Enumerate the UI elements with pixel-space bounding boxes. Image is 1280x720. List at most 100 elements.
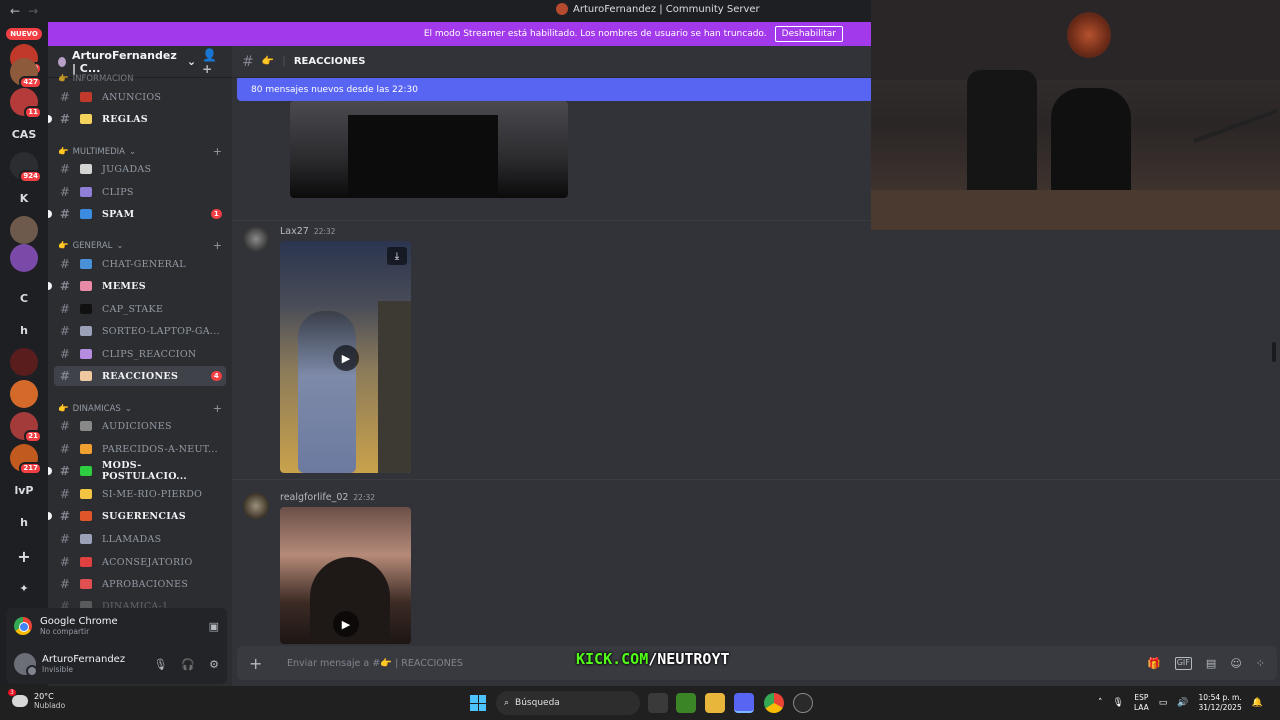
channel-llamadas[interactable]: # LLAMADAS bbox=[54, 529, 226, 549]
tray-chevron-icon[interactable]: ˄ bbox=[1098, 698, 1103, 708]
channel-spam[interactable]: # SPAM 1 bbox=[48, 204, 226, 224]
task-view-icon[interactable] bbox=[648, 693, 668, 713]
channel-si-me-rio-pierdo[interactable]: # SI-ME-RIO-PIERDO bbox=[54, 484, 226, 504]
category-multimedia[interactable]: 👉 MULTIMEDIA ⌄ + bbox=[58, 145, 222, 158]
microphone-icon[interactable]: 🎙 bbox=[153, 658, 167, 671]
windows-start-icon[interactable] bbox=[470, 695, 486, 711]
server-icon-server-5[interactable]: 924 bbox=[10, 152, 42, 183]
tray-mic-icon[interactable]: 🎙 bbox=[1113, 698, 1124, 708]
channel-aprobaciones[interactable]: # APROBACIONES bbox=[54, 574, 226, 594]
network-icon[interactable]: ▭ bbox=[1159, 698, 1168, 708]
channel-anuncios[interactable]: # ANUNCIOS bbox=[54, 87, 226, 107]
emoji-icon[interactable]: ☺ bbox=[1230, 657, 1241, 670]
webcam-desk bbox=[871, 190, 1280, 230]
taskbar-search[interactable]: ⌕ Búsqueda bbox=[496, 691, 640, 715]
server-icon-server-h[interactable]: h bbox=[10, 316, 38, 344]
channel-audiciones[interactable]: # AUDICIONES bbox=[54, 416, 226, 436]
create-channel-button[interactable]: + bbox=[213, 145, 222, 158]
activity-panel: Google Chrome No compartir ▣ bbox=[6, 608, 227, 644]
headset-icon[interactable]: 🎧 bbox=[181, 658, 195, 671]
language-indicator[interactable]: ESP LAA bbox=[1134, 693, 1149, 713]
channel-jugadas[interactable]: # JUGADAS bbox=[54, 159, 226, 179]
server-icon-server-12[interactable] bbox=[10, 380, 38, 408]
user-panel: ArturoFernandez Invisible 🎙 🎧 ⚙ bbox=[6, 644, 227, 684]
channel-name: APROBACIONES bbox=[102, 578, 189, 590]
server-icon-server-c[interactable]: C bbox=[10, 284, 38, 312]
server-icon-server-11[interactable] bbox=[10, 348, 38, 376]
create-channel-button[interactable]: + bbox=[213, 402, 222, 415]
author-avatar[interactable] bbox=[243, 493, 269, 519]
server-icon-server-2[interactable]: 427 bbox=[10, 58, 42, 89]
category-general[interactable]: 👉 GENERAL ⌄ + bbox=[58, 239, 222, 252]
chrome-taskbar-icon[interactable] bbox=[764, 693, 784, 713]
server-icon-server-kick[interactable]: K bbox=[10, 184, 38, 212]
channel-mods-postulacio[interactable]: # MODS-POSTULACIO... bbox=[48, 460, 226, 482]
user-avatar[interactable] bbox=[14, 653, 38, 677]
author-avatar[interactable] bbox=[243, 226, 269, 252]
author-name[interactable]: realgforlife_02 bbox=[280, 492, 348, 503]
server-icon-server-cas[interactable]: CAS bbox=[10, 120, 38, 148]
category-informacion[interactable]: 👉 INFORMACION bbox=[58, 74, 222, 84]
disable-streamer-button[interactable]: Deshabilitar bbox=[774, 26, 843, 42]
channel-reglas[interactable]: # REGLAS bbox=[48, 109, 226, 129]
weather-widget[interactable]: 3 20°C Nublado bbox=[8, 689, 65, 710]
server-icon-server-h2[interactable]: h bbox=[10, 508, 38, 536]
server-icon-server-3[interactable]: 11 bbox=[10, 88, 42, 119]
channel-chat-general[interactable]: # CHAT-GENERAL bbox=[54, 254, 226, 274]
channel-parecidos-a-neut[interactable]: # PARECIDOS-A-NEUT... bbox=[54, 439, 226, 459]
apps-icon[interactable]: ⁘ bbox=[1256, 657, 1265, 670]
server-icon-server-14[interactable]: 217 bbox=[10, 444, 42, 475]
server-icon-server-13[interactable]: 21 bbox=[10, 412, 42, 443]
message-input[interactable]: Enviar mensaje a #👉 | REACCIONES bbox=[287, 658, 463, 669]
new-servers-tag[interactable]: NUEVO bbox=[6, 28, 42, 40]
file-explorer-icon[interactable] bbox=[705, 693, 725, 713]
attach-plus-icon[interactable]: + bbox=[249, 654, 269, 673]
server-icon-server-7[interactable] bbox=[10, 216, 38, 244]
obs-icon[interactable] bbox=[793, 693, 813, 713]
channel-reacciones[interactable]: # REACCIONES 4 bbox=[54, 366, 226, 386]
new-messages-bar[interactable]: 80 mensajes nuevos desde las 22:30 bbox=[237, 78, 871, 101]
server-icon-server-8[interactable] bbox=[10, 244, 38, 272]
channel-sorteo-laptop-ga[interactable]: # SORTEO-LAPTOP-GA... bbox=[54, 321, 226, 341]
separator: | bbox=[282, 56, 286, 67]
invite-people-icon[interactable]: 👤+ bbox=[202, 48, 222, 76]
add-server-icon[interactable]: + bbox=[10, 542, 38, 570]
hash-icon: # bbox=[59, 555, 71, 569]
channel-memes[interactable]: # MEMES bbox=[48, 276, 226, 296]
hash-icon: # bbox=[59, 257, 71, 271]
notification-bell-icon[interactable]: 🔔 bbox=[1252, 698, 1263, 708]
message-timestamp: 22:32 bbox=[353, 493, 376, 502]
discover-icon[interactable]: ✦ bbox=[10, 574, 38, 602]
message-meta: Lax27 22:32 bbox=[280, 226, 335, 237]
channel-clips[interactable]: # CLIPS bbox=[54, 182, 226, 202]
minecraft-icon[interactable] bbox=[676, 693, 696, 713]
sticker-icon[interactable]: ▤ bbox=[1206, 657, 1216, 670]
volume-icon[interactable]: 🔊 bbox=[1177, 698, 1188, 708]
channel-sugerencias[interactable]: # SUGERENCIAS bbox=[48, 506, 226, 526]
screen-share-icon[interactable]: ▣ bbox=[209, 620, 219, 633]
back-arrow-icon[interactable]: ← bbox=[10, 4, 20, 18]
create-channel-button[interactable]: + bbox=[213, 239, 222, 252]
play-icon[interactable]: ▶ bbox=[333, 345, 359, 371]
user-info[interactable]: ArturoFernandez Invisible bbox=[42, 654, 125, 674]
gift-icon[interactable]: 🎁 bbox=[1147, 657, 1161, 670]
user-status: Invisible bbox=[42, 665, 73, 674]
channel-cap-stake[interactable]: # CAP_STAKE bbox=[54, 299, 226, 319]
settings-gear-icon[interactable]: ⚙ bbox=[209, 658, 219, 671]
discord-icon[interactable] bbox=[734, 693, 754, 713]
author-name[interactable]: Lax27 bbox=[280, 226, 309, 237]
download-icon[interactable]: ⤓ bbox=[387, 247, 407, 265]
video-attachment[interactable]: ▶ bbox=[280, 507, 411, 644]
video-attachment[interactable]: ⤓ ▶ bbox=[280, 241, 411, 473]
message-composer[interactable]: + Enviar mensaje a #👉 | REACCIONES 🎁 GIF… bbox=[237, 646, 1277, 680]
forward-arrow-icon[interactable]: → bbox=[28, 4, 38, 18]
gif-icon[interactable]: GIF bbox=[1174, 656, 1192, 670]
play-icon[interactable]: ▶ bbox=[333, 611, 359, 637]
channel-clips-reaccion[interactable]: # CLIPS_REACCION bbox=[54, 344, 226, 364]
server-icon-server-lvp[interactable]: lvP bbox=[10, 476, 38, 504]
previous-video-attachment[interactable] bbox=[290, 101, 568, 198]
chat-scrollbar[interactable] bbox=[1272, 342, 1276, 362]
channel-aconsejatorio[interactable]: # ACONSEJATORIO bbox=[54, 552, 226, 572]
category-dinamicas[interactable]: 👉 DINAMICAS ⌄ + bbox=[58, 402, 222, 415]
clock[interactable]: 10:54 p. m. 31/12/2025 bbox=[1199, 693, 1242, 713]
